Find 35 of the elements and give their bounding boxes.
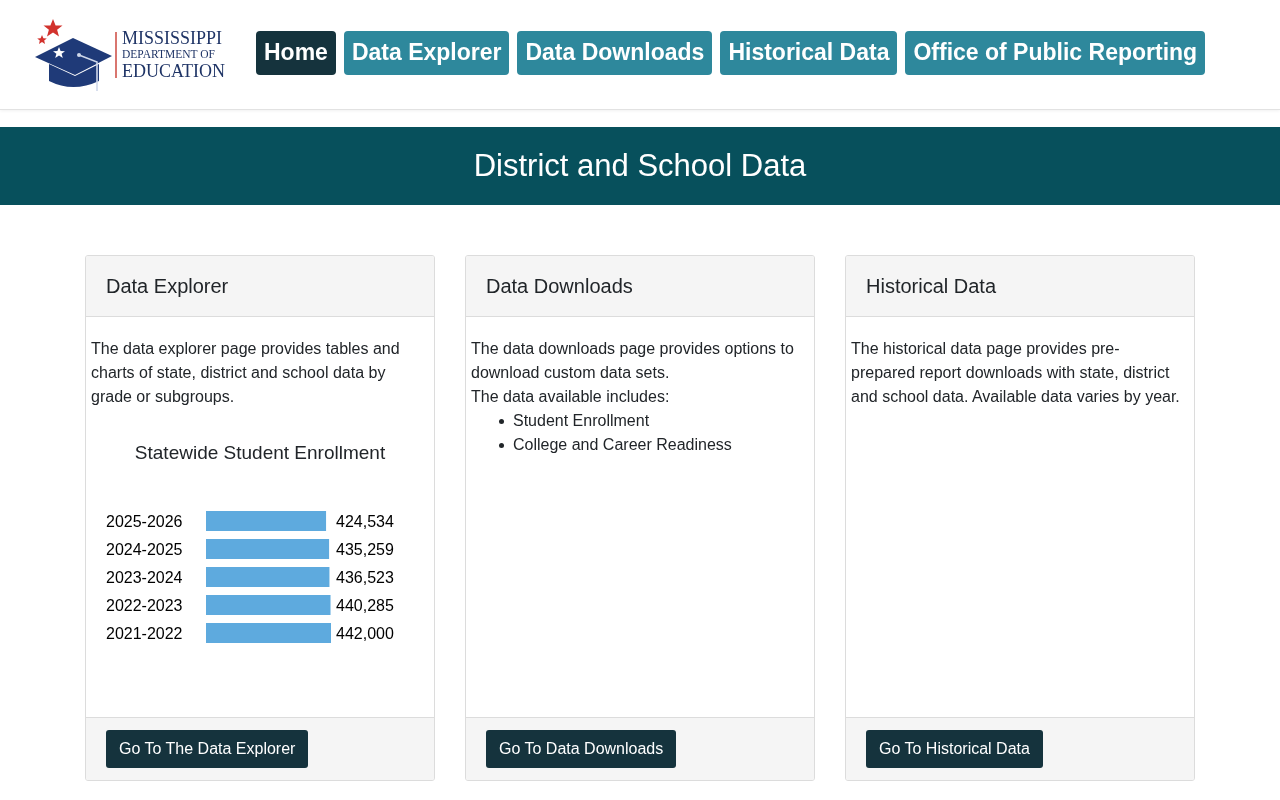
chart-category-label: 2021-2022 <box>106 624 183 642</box>
logo-text: EDUCATION <box>122 62 225 81</box>
card-title: Data Explorer <box>106 274 229 298</box>
list-item-text: Student Enrollment <box>513 411 650 431</box>
card-description: The data explorer page provides tables and charts of state, district and school data by grade or subgroups. <box>91 339 401 407</box>
list-item-text: College and Career Readiness <box>513 435 732 455</box>
chart-value-label: 424,534 <box>336 512 394 530</box>
go-to-button[interactable]: Go To The Data Explorer <box>106 730 309 768</box>
chart-value-label: 442,000 <box>336 624 394 642</box>
nav-button[interactable]: Data Downloads <box>517 30 713 75</box>
banner-title: District and School Data <box>473 148 807 184</box>
chart-value-label: 436,523 <box>336 568 394 586</box>
bullet-icon <box>499 418 504 424</box>
chart-category-label: 2024-2025 <box>106 540 183 558</box>
chart-category-label: 2023-2024 <box>106 568 183 586</box>
nav-button[interactable]: Historical Data <box>720 30 898 75</box>
logo-text: DEPARTMENT OF <box>122 48 216 61</box>
card-title: Historical Data <box>866 274 997 298</box>
chart-category-label: 2022-2023 <box>106 596 183 614</box>
logo-text: MISSISSIPPI <box>122 28 224 47</box>
nav-button[interactable]: Home <box>256 30 336 75</box>
bullet-icon <box>499 442 504 448</box>
go-to-button[interactable]: Go To Historical Data <box>866 730 1043 768</box>
chart-value-label: 435,259 <box>336 540 394 558</box>
go-to-button[interactable]: Go To Data Downloads <box>486 730 677 768</box>
card-title: Data Downloads <box>486 274 633 298</box>
nav-button[interactable]: Office of Public Reporting <box>905 30 1206 75</box>
chart-value-label: 440,285 <box>336 596 394 614</box>
chart-category-label: 2025-2026 <box>106 512 183 530</box>
card-description: The data downloads page provides options to download custom data sets. <box>471 339 795 383</box>
card-description: The data available includes: <box>471 387 671 407</box>
nav-button[interactable]: Data Explorer <box>343 30 510 75</box>
logo-icon <box>35 18 113 91</box>
chart-title: Statewide Student Enrollment <box>133 441 387 465</box>
card-description: The historical data page provides pre-prepared report downloads with state, district and school data. Available data varies by year. <box>851 339 1181 407</box>
